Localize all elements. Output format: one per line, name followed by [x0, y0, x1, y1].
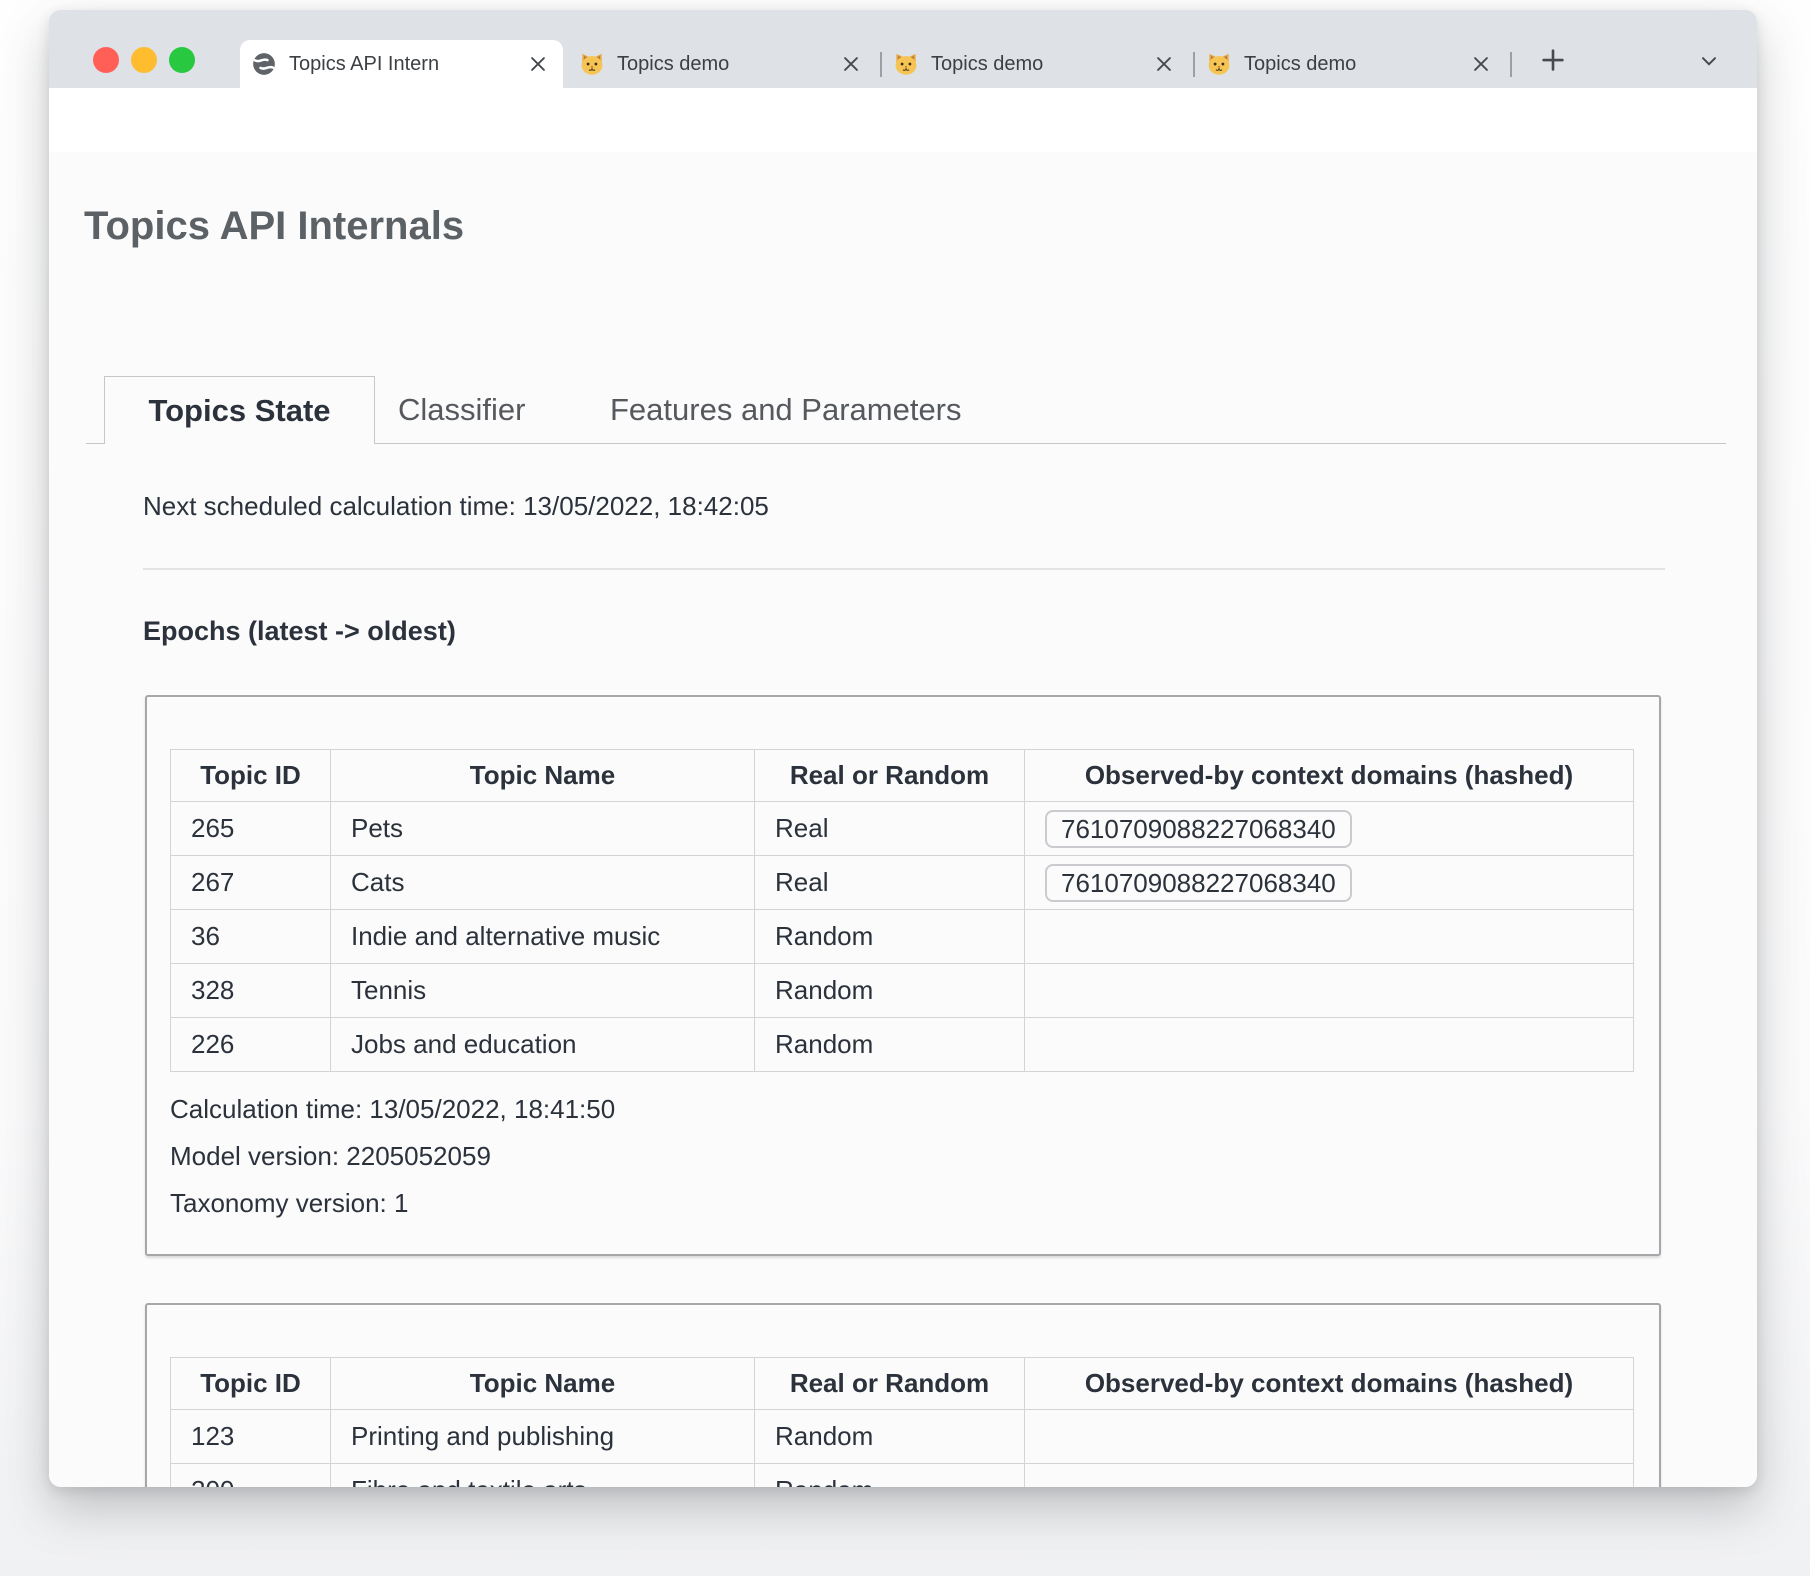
topics-table: Topic ID Topic Name Real or Random Obser… [170, 749, 1634, 1072]
table-header-row: Topic ID Topic Name Real or Random Obser… [171, 1358, 1634, 1410]
table-row: 267 Cats Real 7610709088227068340 [171, 856, 1634, 910]
tab-title: Topics demo [1244, 53, 1462, 76]
traffic-light-zoom-button[interactable] [169, 47, 195, 73]
topic-name: Jobs and education [331, 1018, 755, 1072]
topic-name: Cats [331, 856, 755, 910]
observed-by-cell: 7610709088227068340 [1025, 856, 1634, 910]
globe-icon [251, 51, 277, 77]
observed-by-cell: 7610709088227068340 [1025, 802, 1634, 856]
topic-name: Indie and alternative music [331, 910, 755, 964]
col-observed-by: Observed-by context domains (hashed) [1025, 750, 1634, 802]
model-version: Model version: 2205052059 [170, 1133, 1659, 1180]
real-or-random: Random [755, 1410, 1025, 1464]
real-or-random: Random [755, 910, 1025, 964]
topics-table: Topic ID Topic Name Real or Random Obser… [170, 1357, 1634, 1487]
real-or-random: Random [755, 1018, 1025, 1072]
cat-icon [1206, 51, 1232, 77]
col-topic-name: Topic Name [331, 1358, 755, 1410]
browser-tab-topics-demo-2[interactable]: Topics demo [882, 40, 1193, 88]
table-row: 226 Jobs and education Random [171, 1018, 1634, 1072]
topic-id: 226 [171, 1018, 331, 1072]
topic-id: 36 [171, 910, 331, 964]
tab-features-and-parameters[interactable]: Features and Parameters [610, 376, 962, 443]
topic-id: 267 [171, 856, 331, 910]
table-row: 328 Tennis Random [171, 964, 1634, 1018]
tab-topics-state[interactable]: Topics State [104, 376, 375, 444]
topic-name: Pets [331, 802, 755, 856]
real-or-random: Random [755, 1464, 1025, 1488]
observed-by-cell [1025, 1464, 1634, 1488]
cat-icon [579, 51, 605, 77]
cat-icon [893, 51, 919, 77]
col-topic-id: Topic ID [171, 1358, 331, 1410]
browser-tab-topics-demo-3[interactable]: Topics demo [1195, 40, 1510, 88]
close-icon[interactable] [527, 53, 549, 75]
hashed-domain-chip: 7610709088227068340 [1045, 810, 1352, 848]
epoch-panel-older: Topic ID Topic Name Real or Random Obser… [145, 1303, 1661, 1487]
new-tab-plus-icon[interactable] [1538, 45, 1568, 75]
tab-strip: Topics API Intern Topics demo [49, 10, 1757, 88]
topic-name: Tennis [331, 964, 755, 1018]
tab-title: Topics API Intern [289, 53, 519, 76]
real-or-random: Random [755, 964, 1025, 1018]
page-content: Topics API Internals Topics State Classi… [49, 152, 1757, 1487]
hashed-domain-chip: 7610709088227068340 [1045, 864, 1352, 902]
col-real-or-random: Real or Random [755, 750, 1025, 802]
observed-by-cell [1025, 964, 1634, 1018]
topic-name: Fibre and textile arts [331, 1464, 755, 1488]
browser-toolbar: Chrome chrome://topics-internals [49, 88, 1757, 152]
table-header-row: Topic ID Topic Name Real or Random Obser… [171, 750, 1634, 802]
col-observed-by: Observed-by context domains (hashed) [1025, 1358, 1634, 1410]
observed-by-cell [1025, 1018, 1634, 1072]
tab-divider [1510, 52, 1512, 77]
epoch-panel-latest: Topic ID Topic Name Real or Random Obser… [145, 695, 1661, 1256]
browser-window: Topics API Intern Topics demo [49, 10, 1757, 1487]
epochs-heading: Epochs (latest -> oldest) [143, 616, 456, 647]
table-row: 265 Pets Real 7610709088227068340 [171, 802, 1634, 856]
close-icon[interactable] [1470, 53, 1492, 75]
chevron-down-icon[interactable] [1697, 49, 1721, 73]
browser-tab-topics-internals[interactable]: Topics API Intern [240, 40, 563, 88]
topic-id: 328 [171, 964, 331, 1018]
browser-tab-topics-demo-1[interactable]: Topics demo [568, 40, 880, 88]
close-icon[interactable] [1153, 53, 1175, 75]
topic-name: Printing and publishing [331, 1410, 755, 1464]
close-icon[interactable] [840, 53, 862, 75]
taxonomy-version: Taxonomy version: 1 [170, 1180, 1659, 1227]
horizontal-divider [143, 568, 1665, 570]
table-row: 36 Indie and alternative music Random [171, 910, 1634, 964]
observed-by-cell [1025, 1410, 1634, 1464]
traffic-light-minimize-button[interactable] [131, 47, 157, 73]
topic-id: 123 [171, 1410, 331, 1464]
page-title: Topics API Internals [84, 204, 464, 249]
observed-by-cell [1025, 910, 1634, 964]
real-or-random: Real [755, 856, 1025, 910]
tab-title: Topics demo [931, 53, 1145, 76]
tab-title: Topics demo [617, 53, 832, 76]
traffic-light-close-button[interactable] [93, 47, 119, 73]
tab-classifier[interactable]: Classifier [398, 376, 525, 443]
col-topic-id: Topic ID [171, 750, 331, 802]
next-calculation-time: Next scheduled calculation time: 13/05/2… [143, 491, 769, 522]
table-row: 200 Fibre and textile arts Random [171, 1464, 1634, 1488]
col-real-or-random: Real or Random [755, 1358, 1025, 1410]
table-row: 123 Printing and publishing Random [171, 1410, 1634, 1464]
topic-id: 265 [171, 802, 331, 856]
calculation-time: Calculation time: 13/05/2022, 18:41:50 [170, 1086, 1659, 1133]
topic-id: 200 [171, 1464, 331, 1488]
col-topic-name: Topic Name [331, 750, 755, 802]
real-or-random: Real [755, 802, 1025, 856]
